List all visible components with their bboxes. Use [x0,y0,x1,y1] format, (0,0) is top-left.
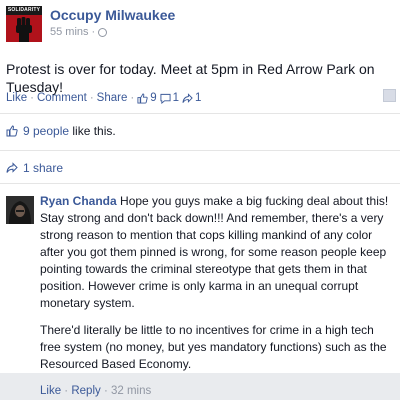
comment-bubble-icon [160,93,171,104]
globe-icon [98,27,108,37]
action-separator: · [30,92,34,104]
shares-summary[interactable]: 1 share [6,161,63,175]
like-count[interactable]: 9 [137,92,157,104]
shares-count-text: 1 share [23,161,64,175]
share-button[interactable]: Share [97,92,128,104]
comment-author-link[interactable]: Ryan Chanda [40,194,117,208]
comment-reply-button[interactable]: Reply [71,385,100,397]
divider [0,113,400,114]
hooded-figure-icon [6,196,34,224]
comment-button[interactable]: Comment [37,92,87,104]
likes-people-link[interactable]: 9 people [23,124,69,138]
page-name-link[interactable]: Occupy Milwaukee [50,7,175,23]
share-count[interactable]: 1 [182,92,201,104]
divider [0,183,400,184]
comment: Ryan Chanda Hope you guys make a big fuc… [40,193,396,400]
divider [0,150,400,151]
comment-action-separator: · [61,385,72,397]
comment-count-value: 1 [172,92,179,104]
attachment-thumbnail[interactable] [383,89,396,102]
avatar-label: SOLIDARITY [6,6,42,15]
action-separator: · [89,92,94,104]
likes-summary: 9 people like this. [6,124,116,138]
comment-text-2: There'd literally be little to no incent… [40,323,387,371]
meta-separator: · [91,26,96,38]
comment-like-button[interactable]: Like [40,385,61,397]
post-meta: 55 mins · [50,26,108,38]
like-button[interactable]: Like [6,92,27,104]
comment-actions: Like · Reply · 32 mins [40,383,396,400]
comment-text-1: Hope you guys make a big fucking deal ab… [40,194,389,310]
share-arrow-icon [6,162,18,173]
commenter-avatar[interactable] [6,196,34,224]
post-time[interactable]: 55 mins [50,26,89,38]
thumbs-up-icon [6,125,18,137]
page-avatar[interactable]: SOLIDARITY [6,6,42,42]
comment-time[interactable]: 32 mins [111,385,151,397]
share-count-value: 1 [195,92,202,104]
action-separator: · [130,92,135,104]
post-action-bar: Like · Comment · Share · 9 1 1 [6,92,201,104]
share-arrow-icon [182,92,193,103]
like-count-value: 9 [150,92,157,104]
thumbs-up-icon [137,92,148,104]
comment-body: Ryan Chanda Hope you guys make a big fuc… [40,193,396,312]
post-card: SOLIDARITY Occupy Milwaukee 55 mins · Pr… [0,0,400,397]
raised-fist-icon [16,17,32,42]
likes-suffix: like this. [69,124,116,138]
post-text: Protest is over for today. Meet at 5pm i… [6,61,375,95]
comment-count[interactable]: 1 [160,92,179,104]
comment-action-separator: · [100,385,111,397]
